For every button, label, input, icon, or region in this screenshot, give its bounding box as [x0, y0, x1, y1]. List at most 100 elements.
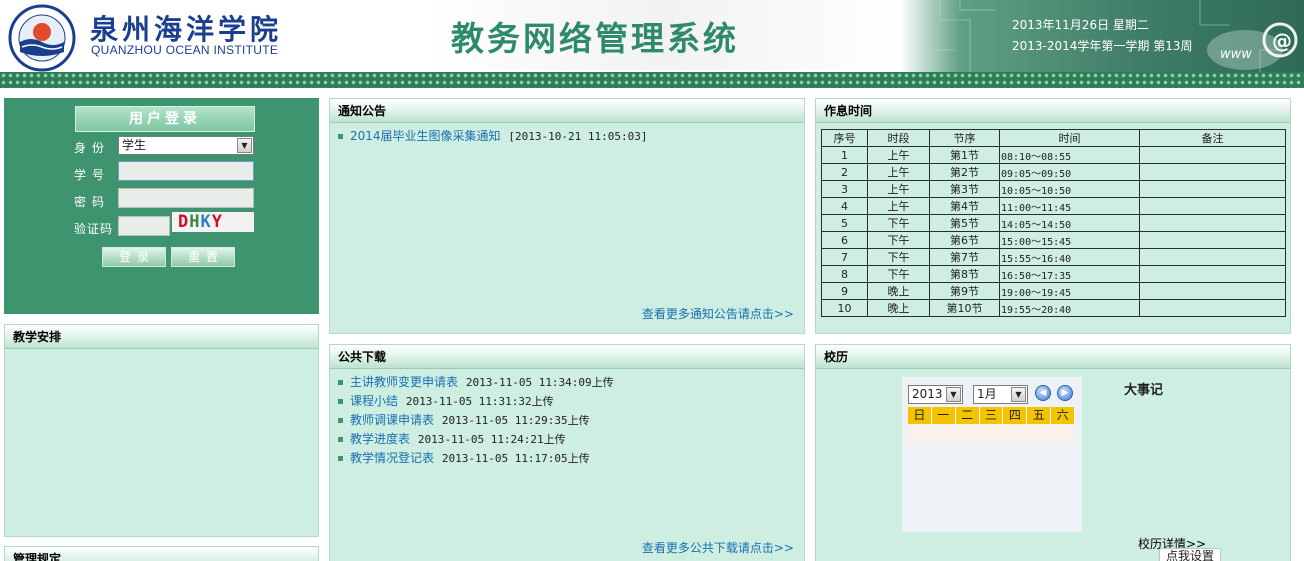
schedule-cell: 第1节 — [929, 146, 1000, 164]
prev-month-icon[interactable]: ◀ — [1035, 385, 1051, 401]
download-item-title[interactable]: 教学进度表 — [350, 432, 410, 446]
schedule-cell: 第5节 — [929, 214, 1000, 232]
notice-panel: 通知公告 2014届毕业生图像采集通知 [2013-10-21 11:05:03… — [329, 98, 805, 334]
schedule-cell — [1139, 282, 1286, 300]
schedule-row: 2 上午 第2节 09:05～09:50 — [821, 163, 1286, 181]
schedule-cell: 第4节 — [929, 197, 1000, 215]
schedule-cell: 9 — [821, 282, 868, 300]
weekday-label: 日 — [908, 407, 932, 424]
download-item[interactable]: 教学情况登记表 2013-11-05 11:17:05上传 — [330, 449, 804, 468]
col-header: 节序 — [929, 129, 1000, 147]
next-month-icon[interactable]: ▶ — [1057, 385, 1073, 401]
bullet-icon — [338, 134, 343, 139]
role-select-value: 学生 — [122, 138, 147, 152]
download-item[interactable]: 教师调课申请表 2013-11-05 11:29:35上传 — [330, 411, 804, 430]
weekday-label: 六 — [1056, 408, 1069, 422]
download-item[interactable]: 主讲教师变更申请表 2013-11-05 11:34:09上传 — [330, 373, 804, 392]
chevron-down-icon[interactable]: ▼ — [946, 387, 961, 402]
bullet-icon — [338, 437, 343, 442]
notice-item-title[interactable]: 2014届毕业生图像采集通知 — [350, 129, 501, 143]
login-button[interactable]: 登录 — [102, 247, 166, 267]
schedule-cell: 上午 — [867, 197, 930, 215]
schedule-cell: 2 — [821, 163, 868, 181]
schedule-cell — [1139, 197, 1286, 215]
schedule-cell: 下午 — [867, 265, 930, 283]
schedule-cell — [1139, 163, 1286, 181]
schedule-row: 9 晚上 第9节 19:00～19:45 — [821, 282, 1286, 300]
calendar-weekdays: 日 一 二 三 四 五 六 — [908, 407, 1074, 424]
schedule-cell: 10:05～10:50 — [999, 180, 1140, 198]
download-item-title[interactable]: 课程小结 — [350, 394, 398, 408]
schedule-cell: 第6节 — [929, 231, 1000, 249]
year-select-value: 2013 — [912, 387, 943, 401]
bullet-icon — [338, 418, 343, 423]
password-input[interactable] — [118, 188, 254, 208]
teaching-title: 教学安排 — [5, 325, 318, 349]
schedule-cell: 08:10～08:55 — [999, 146, 1140, 164]
schedule-row: 7 下午 第7节 15:55～16:40 — [821, 248, 1286, 266]
schedule-cell: 15:00～15:45 — [999, 231, 1140, 249]
chevron-down-icon[interactable]: ▼ — [1011, 387, 1026, 402]
schedule-title: 作息时间 — [816, 99, 1290, 123]
schedule-cell: 下午 — [867, 214, 930, 232]
schedule-cell: 6 — [821, 231, 868, 249]
downloads-panel: 公共下载 主讲教师变更申请表 2013-11-05 11:34:09上传 课程小… — [329, 344, 805, 561]
schedule-cell: 19:00～19:45 — [999, 282, 1140, 300]
settings-tab[interactable]: 点我设置 — [1159, 548, 1221, 561]
weekday-label: 五 — [1027, 407, 1052, 424]
schedule-cell: 上午 — [867, 180, 930, 198]
captcha-text: DHKY — [178, 212, 223, 232]
school-name-en: QUANZHOU OCEAN INSTITUTE — [91, 43, 279, 57]
calendar-panel: 校历 2013 ▼ 1月 ▼ ◀ ▶ 日 一 二 三 四 五 六 大事记 校历详… — [815, 344, 1291, 561]
month-select[interactable]: 1月 ▼ — [973, 385, 1028, 404]
notice-item-date: [2013-10-21 11:05:03] — [508, 130, 648, 143]
management-title: 管理规定 — [5, 547, 318, 561]
notice-title: 通知公告 — [330, 99, 804, 123]
month-select-value: 1月 — [977, 387, 997, 401]
notice-more-link[interactable]: 查看更多通知公告请点击>> — [642, 305, 794, 322]
schedule-cell: 晚上 — [867, 282, 930, 300]
col-header: 序号 — [821, 129, 868, 147]
current-term: 2013-2014学年第一学期 第13周 — [1012, 39, 1193, 53]
school-logo-icon — [8, 4, 76, 72]
page-header: 泉州海洋学院 QUANZHOU OCEAN INSTITUTE 教务网络管理系统… — [0, 0, 1304, 88]
schedule-header-row: 序号 时段 节序 时间 备注 — [821, 129, 1286, 147]
captcha-input[interactable] — [118, 216, 170, 236]
management-panel: 管理规定 — [4, 546, 319, 561]
download-item[interactable]: 课程小结 2013-11-05 11:31:32上传 — [330, 392, 804, 411]
notice-item[interactable]: 2014届毕业生图像采集通知 [2013-10-21 11:05:03] — [330, 127, 804, 146]
current-date: 2013年11月26日 星期二 — [1012, 18, 1149, 32]
download-item-date: 2013-11-05 11:34:09上传 — [465, 376, 614, 389]
schedule-cell: 晚上 — [867, 299, 930, 317]
year-select[interactable]: 2013 ▼ — [908, 385, 963, 404]
download-item-date: 2013-11-05 11:17:05上传 — [441, 452, 590, 465]
login-panel: 用户登录 身份 学生 ▼ 学号 密码 验证码 DHKY 登录 重置 — [4, 98, 319, 314]
captcha-image[interactable]: DHKY — [172, 212, 254, 232]
download-item-title[interactable]: 教学情况登记表 — [350, 451, 434, 465]
reset-button[interactable]: 重置 — [171, 247, 235, 267]
student-id-input[interactable] — [118, 161, 254, 181]
password-label: 密码 — [74, 195, 111, 209]
downloads-list: 主讲教师变更申请表 2013-11-05 11:34:09上传 课程小结 201… — [330, 369, 804, 468]
schedule-cell: 1 — [821, 146, 868, 164]
download-item-title[interactable]: 教师调课申请表 — [350, 413, 434, 427]
schedule-cell: 19:55～20:40 — [999, 299, 1140, 317]
schedule-cell: 7 — [821, 248, 868, 266]
schedule-cell: 第2节 — [929, 163, 1000, 181]
role-select[interactable]: 学生 ▼ — [118, 136, 254, 155]
schedule-row: 10 晚上 第10节 19:55～20:40 — [821, 299, 1286, 317]
downloads-more-link[interactable]: 查看更多公共下载请点击>> — [642, 539, 794, 556]
schedule-row: 1 上午 第1节 08:10～08:55 — [821, 146, 1286, 164]
schedule-cell: 4 — [821, 197, 868, 215]
download-item[interactable]: 教学进度表 2013-11-05 11:24:21上传 — [330, 430, 804, 449]
chevron-down-icon[interactable]: ▼ — [237, 138, 252, 153]
downloads-title: 公共下载 — [330, 345, 804, 369]
schedule-panel: 作息时间 序号 时段 节序 时间 备注 1 上午 第1节 08:10～08:55 2 上午… — [815, 98, 1291, 334]
schedule-cell: 第10节 — [929, 299, 1000, 317]
calendar-widget: 2013 ▼ 1月 ▼ ◀ ▶ 日 一 二 三 四 五 六 — [902, 377, 1082, 532]
weekday-label: 一 — [932, 407, 956, 424]
schedule-cell: 5 — [821, 214, 868, 232]
download-item-title[interactable]: 主讲教师变更申请表 — [350, 375, 458, 389]
schedule-row: 3 上午 第3节 10:05～10:50 — [821, 180, 1286, 198]
weekday-label: 四 — [1003, 407, 1028, 424]
